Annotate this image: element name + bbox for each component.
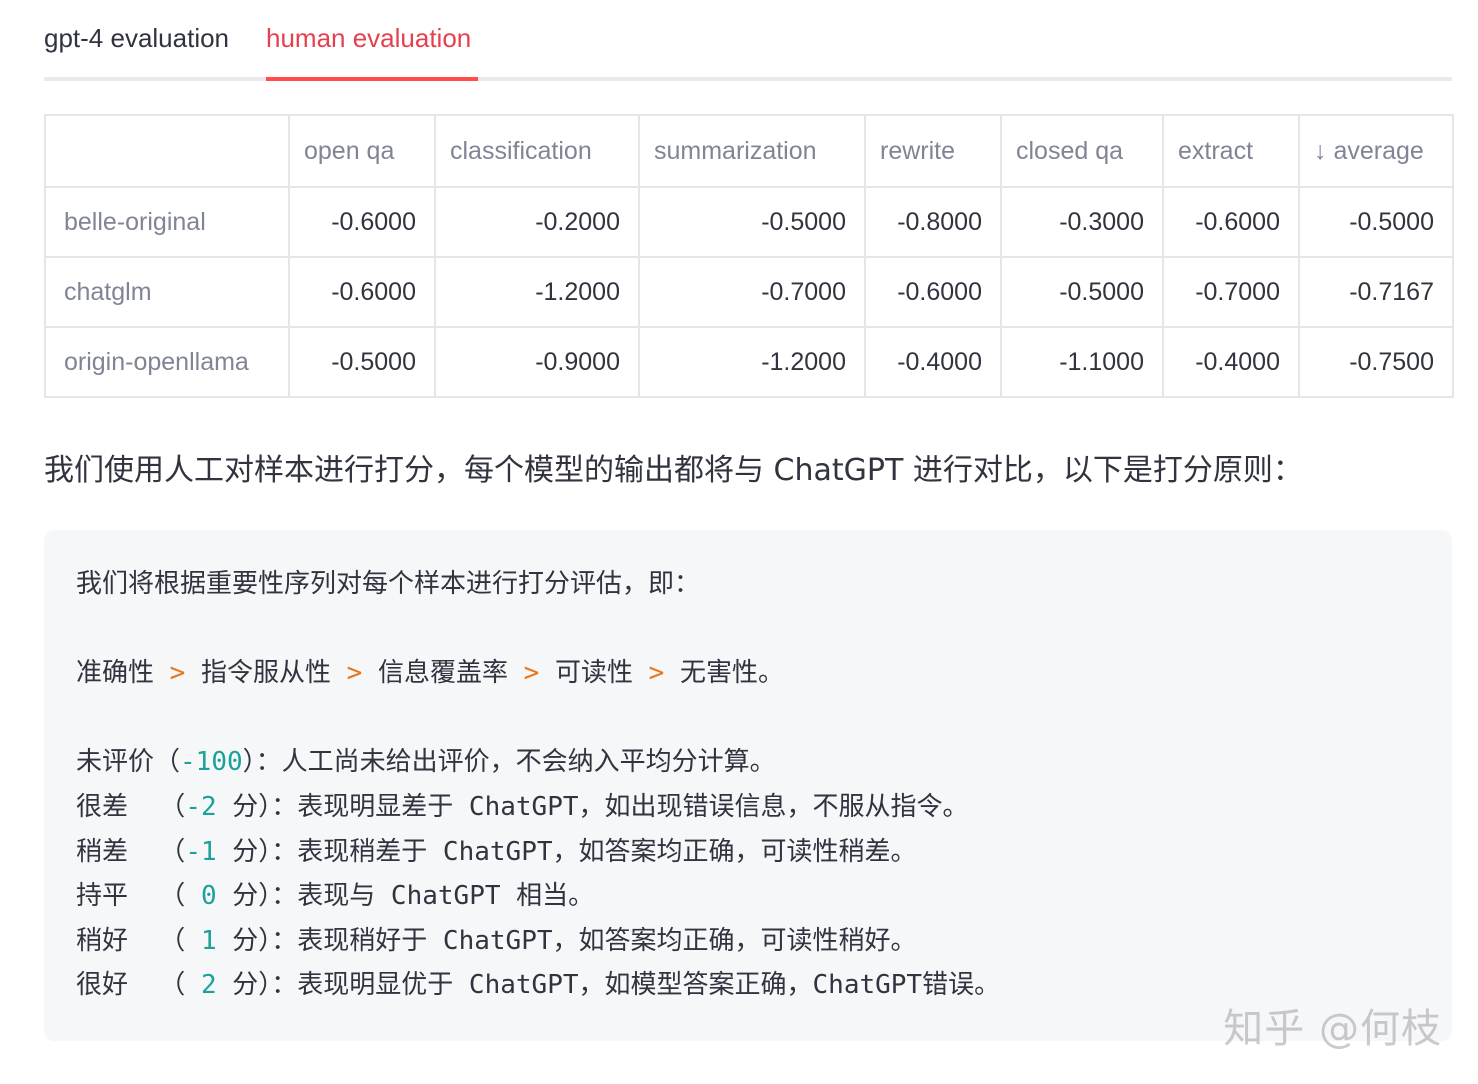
row-name: origin-openllama bbox=[44, 326, 290, 398]
column-header-index bbox=[44, 114, 290, 188]
column-header-rewrite[interactable]: rewrite bbox=[864, 114, 1002, 188]
table-cell: -0.7000 bbox=[1162, 256, 1300, 328]
tab-human-evaluation[interactable]: human evaluation bbox=[266, 20, 471, 56]
table-cell: -0.7167 bbox=[1298, 256, 1454, 328]
scores-table: open qa classification summarization rew… bbox=[44, 114, 1454, 398]
table-cell: -0.7000 bbox=[638, 256, 866, 328]
row-name: chatglm bbox=[44, 256, 290, 328]
score-label: 未评价（ bbox=[76, 747, 181, 778]
priority-item: 信息覆盖率 bbox=[377, 658, 508, 689]
score-description: 表现稍好于 ChatGPT，如答案均正确，可读性稍好。 bbox=[297, 925, 917, 956]
score-number: -100 bbox=[180, 747, 243, 778]
table-cell: -0.5000 bbox=[1000, 256, 1164, 328]
score-label: 稍差 （ bbox=[76, 836, 186, 867]
score-label: 很好 （ bbox=[76, 970, 201, 1001]
row-name: belle-original bbox=[44, 186, 290, 258]
scores-table-container: open qa classification summarization rew… bbox=[44, 114, 1454, 398]
score-line: 未评价（-100）：人工尚未给出评价，不会纳入平均分计算。 bbox=[76, 740, 1420, 785]
table-cell: -0.5000 bbox=[638, 186, 866, 258]
table-row: belle-original -0.6000 -0.2000 -0.5000 -… bbox=[44, 186, 1454, 258]
priority-item: 无害性。 bbox=[679, 658, 784, 689]
tab-track bbox=[44, 77, 1452, 81]
intro-paragraph: 我们使用人工对样本进行打分，每个模型的输出都将与 ChatGPT 进行对比，以下… bbox=[44, 453, 1303, 488]
code-line-intro: 我们将根据重要性序列对每个样本进行打分评估，即： bbox=[76, 569, 701, 599]
tab-gpt4-evaluation[interactable]: gpt-4 evaluation bbox=[44, 20, 229, 56]
table-cell: -0.9000 bbox=[434, 326, 640, 398]
table-cell: -0.2000 bbox=[434, 186, 640, 258]
score-line: 稍差 （-1 分）：表现稍差于 ChatGPT，如答案均正确，可读性稍差。 bbox=[76, 830, 1420, 875]
score-description: 表现稍差于 ChatGPT，如答案均正确，可读性稍差。 bbox=[297, 836, 917, 867]
score-line: 持平 （ 0 分）：表现与 ChatGPT 相当。 bbox=[76, 874, 1420, 919]
column-header-classification[interactable]: classification bbox=[434, 114, 640, 188]
score-label: 很差 （ bbox=[76, 791, 186, 822]
scoring-rules-code-block[interactable]: 我们将根据重要性序列对每个样本进行打分评估，即： 准确性 > 指令服从性 > 信… bbox=[44, 530, 1452, 1041]
table-cell: -0.8000 bbox=[864, 186, 1002, 258]
score-number: -2 bbox=[185, 791, 217, 822]
score-description: 表现明显优于 ChatGPT，如模型答案正确，ChatGPT错误。 bbox=[297, 970, 1001, 1001]
score-line: 很好 （ 2 分）：表现明显优于 ChatGPT，如模型答案正确，ChatGPT… bbox=[76, 963, 1420, 1008]
score-suffix: 分）： bbox=[216, 836, 298, 867]
priority-separator: > bbox=[346, 658, 363, 689]
score-description: 人工尚未给出评价，不会纳入平均分计算。 bbox=[281, 747, 776, 778]
priority-item: 指令服从性 bbox=[200, 658, 331, 689]
table-cell: -1.2000 bbox=[434, 256, 640, 328]
tab-bar: gpt-4 evaluation human evaluation bbox=[44, 0, 1452, 82]
active-tab-indicator bbox=[266, 77, 478, 81]
score-description: 表现明显差于 ChatGPT，如出现错误信息，不服从指令。 bbox=[297, 791, 969, 822]
column-header-summarization[interactable]: summarization bbox=[638, 114, 866, 188]
score-line: 稍好 （ 1 分）：表现稍好于 ChatGPT，如答案均正确，可读性稍好。 bbox=[76, 919, 1420, 964]
table-cell: -0.5000 bbox=[288, 326, 436, 398]
score-label: 持平 （ bbox=[76, 881, 201, 912]
score-description: 表现与 ChatGPT 相当。 bbox=[297, 881, 595, 912]
table-cell: -1.2000 bbox=[638, 326, 866, 398]
table-header-row: open qa classification summarization rew… bbox=[44, 114, 1454, 188]
table-cell: -0.6000 bbox=[864, 256, 1002, 328]
column-header-open-qa[interactable]: open qa bbox=[288, 114, 436, 188]
table-cell: -1.1000 bbox=[1000, 326, 1164, 398]
table-cell: -0.6000 bbox=[288, 186, 436, 258]
score-label: 稍好 （ bbox=[76, 925, 201, 956]
table-cell: -0.7500 bbox=[1298, 326, 1454, 398]
score-number: -1 bbox=[185, 836, 217, 867]
priority-separator: > bbox=[648, 658, 665, 689]
table-row: chatglm -0.6000 -1.2000 -0.7000 -0.6000 … bbox=[44, 256, 1454, 328]
code-line-priority: 准确性 > 指令服从性 > 信息覆盖率 > 可读性 > 无害性。 bbox=[76, 651, 1420, 696]
table-row: origin-openllama -0.5000 -0.9000 -1.2000… bbox=[44, 326, 1454, 398]
table-cell: -0.5000 bbox=[1298, 186, 1454, 258]
score-suffix: 分）： bbox=[216, 925, 298, 956]
priority-separator: > bbox=[523, 658, 540, 689]
priority-separator: > bbox=[169, 658, 186, 689]
score-line: 很差 （-2 分）：表现明显差于 ChatGPT，如出现错误信息，不服从指令。 bbox=[76, 785, 1420, 830]
score-suffix: 分）： bbox=[216, 970, 298, 1001]
score-suffix: 分）： bbox=[216, 791, 298, 822]
table-cell: -0.4000 bbox=[864, 326, 1002, 398]
score-suffix: ）： bbox=[242, 747, 282, 778]
table-cell: -0.6000 bbox=[1162, 186, 1300, 258]
column-header-closed-qa[interactable]: closed qa bbox=[1000, 114, 1164, 188]
column-header-average[interactable]: ↓ average bbox=[1298, 114, 1454, 188]
score-suffix: 分）： bbox=[216, 881, 298, 912]
table-cell: -0.6000 bbox=[288, 256, 436, 328]
priority-item: 准确性 bbox=[76, 658, 155, 689]
table-cell: -0.4000 bbox=[1162, 326, 1300, 398]
score-number: 2 bbox=[200, 970, 217, 1001]
score-number: 0 bbox=[200, 881, 217, 912]
table-cell: -0.3000 bbox=[1000, 186, 1164, 258]
column-header-extract[interactable]: extract bbox=[1162, 114, 1300, 188]
priority-item: 可读性 bbox=[554, 658, 633, 689]
score-number: 1 bbox=[200, 925, 217, 956]
zhihu-watermark: 知乎 @何枝 bbox=[1223, 1006, 1442, 1052]
